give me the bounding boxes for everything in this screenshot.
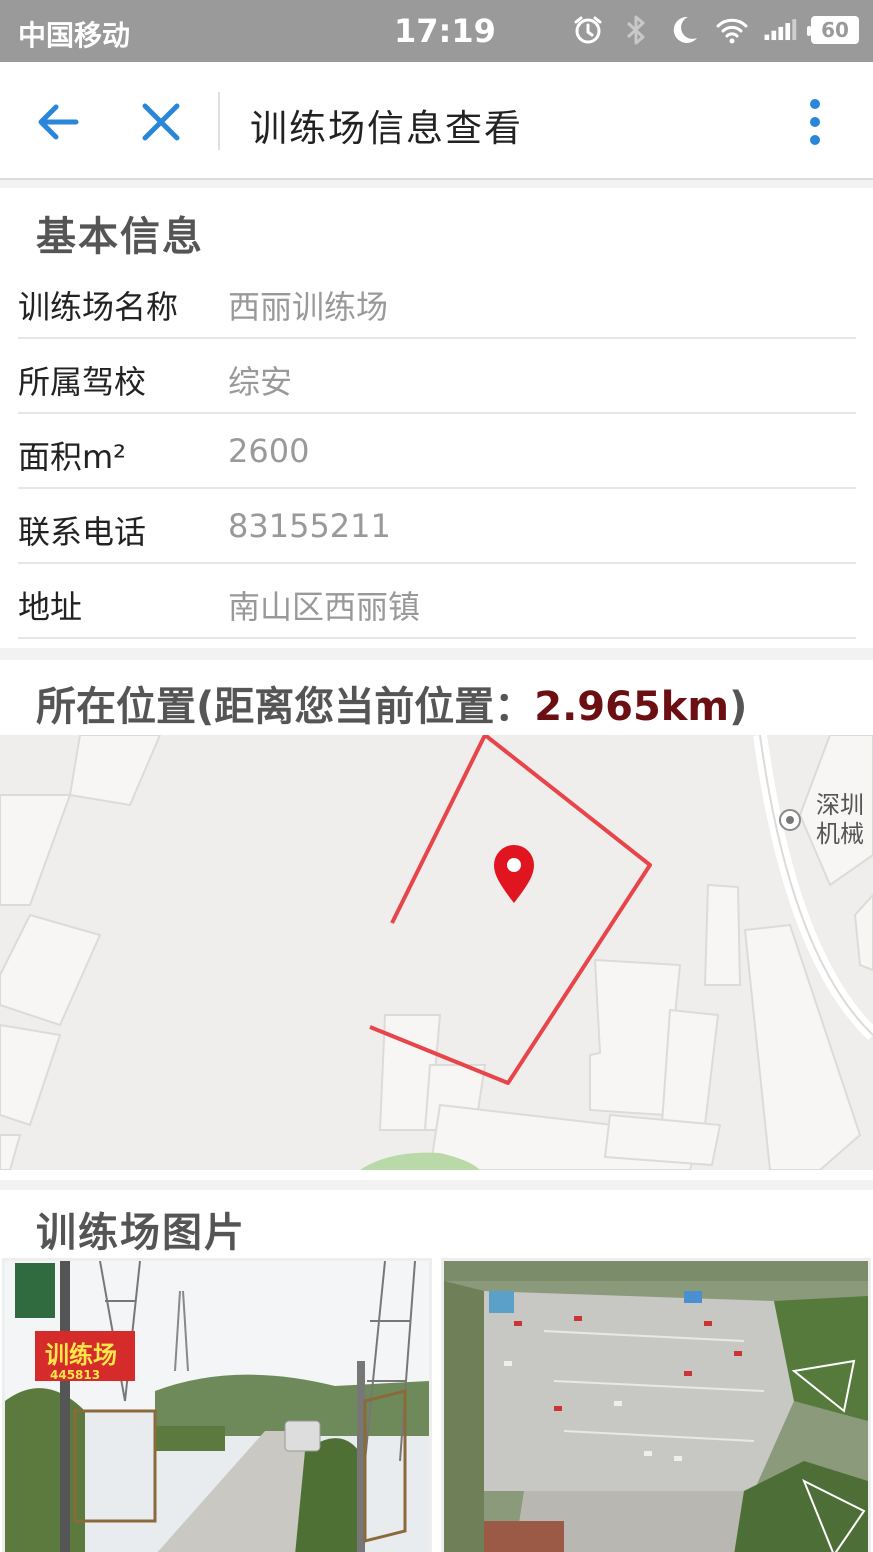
training-ground-photo-aerial[interactable]	[441, 1258, 871, 1552]
info-row-address: 地址 南山区西丽镇	[18, 564, 856, 639]
info-label: 联系电话	[18, 513, 147, 551]
distance-value: 2.965km	[534, 684, 730, 730]
info-row-name: 训练场名称 西丽训练场	[18, 264, 856, 339]
wifi-icon	[715, 12, 749, 48]
info-value[interactable]: 83155211	[228, 507, 391, 545]
status-icons: 60	[571, 12, 859, 48]
map-view[interactable]: 深圳 机械	[0, 735, 873, 1170]
info-row-phone: 联系电话 83155211	[18, 489, 856, 564]
basic-info-title: 基本信息	[36, 214, 204, 260]
info-label: 面积m²	[18, 438, 127, 476]
bluetooth-icon	[619, 12, 653, 48]
alarm-icon	[571, 12, 605, 48]
photos-title: 训练场图片	[36, 1210, 246, 1256]
info-value: 2600	[228, 432, 310, 470]
info-row-school: 所属驾校 综安	[18, 339, 856, 414]
info-row-area: 面积m² 2600	[18, 414, 856, 489]
page-title: 训练场信息查看	[250, 107, 523, 150]
location-title-prefix: 所在位置(距离您当前位置：	[36, 684, 535, 730]
moon-icon	[667, 12, 701, 48]
arrow-left-icon[interactable]	[32, 98, 84, 146]
map-poi-line: 机械	[816, 820, 864, 848]
info-value: 综安	[228, 363, 293, 401]
navigation-bar: 训练场信息查看	[0, 62, 873, 180]
location-title: 所在位置(距离您当前位置：2.965km)	[36, 674, 747, 732]
battery-icon: 60	[807, 16, 859, 44]
training-ground-photo-entrance[interactable]: 训练场 445813	[2, 1258, 432, 1552]
location-title-suffix: )	[729, 684, 748, 730]
nav-divider	[218, 92, 220, 150]
info-value: 西丽训练场	[228, 288, 389, 326]
close-icon[interactable]	[138, 98, 184, 146]
info-label: 所属驾校	[18, 363, 147, 401]
map-poi-label: 深圳 机械	[816, 791, 864, 849]
sign-text: 训练场	[45, 1341, 117, 1369]
sign-phone: 445813	[50, 1368, 100, 1382]
signal-icon	[763, 12, 797, 48]
info-value: 南山区西丽镇	[228, 588, 421, 626]
map-poi-line: 深圳	[816, 791, 864, 819]
more-vertical-icon[interactable]	[798, 96, 832, 148]
status-time: 17:19	[394, 12, 496, 50]
status-bar: 中国移动 17:19 60	[0, 0, 873, 62]
info-label: 地址	[18, 588, 83, 626]
photos-section: 训练场图片 训练场 445813	[0, 1190, 873, 1552]
map-canvas	[0, 735, 873, 1170]
carrier-name: 中国移动	[18, 19, 131, 52]
location-section: 所在位置(距离您当前位置：2.965km) 深圳 机械	[0, 660, 873, 1180]
basic-info-section: 基本信息 训练场名称 西丽训练场 所属驾校 综安 面积m² 2600 联系电话 …	[0, 188, 873, 648]
info-label: 训练场名称	[18, 288, 179, 326]
